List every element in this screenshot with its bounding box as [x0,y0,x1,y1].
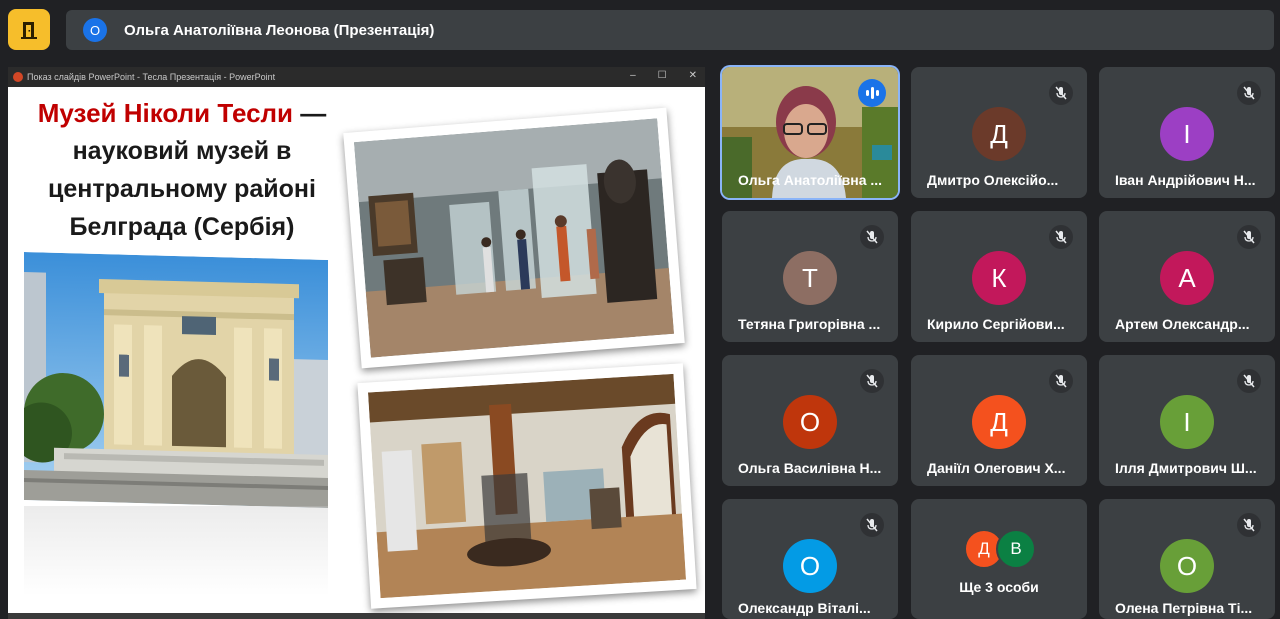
participant-tile[interactable]: Д Даніїл Олегович Х... [911,355,1087,486]
slide-title-line1: Музей Ніколи Тесли [37,98,294,128]
avatar: Д [972,107,1026,161]
participant-tile[interactable]: К Кирило Сергійови... [911,211,1087,342]
maximize-icon: ☐ [657,70,667,81]
slide-title-dash: — [293,98,327,128]
mic-off-icon [1049,225,1073,249]
participant-name: Ілля Дмитрович Ш... [1115,460,1257,476]
participant-name: Тетяна Григорівна ... [738,316,881,332]
mic-off-icon [1237,225,1261,249]
mic-off-icon [860,513,884,537]
participant-name: Ольга Василівна Н... [738,460,882,476]
presenter-avatar: О [83,18,107,42]
participant-name: Олександр Віталі... [738,600,871,616]
presentation-title: Ольга Анатоліївна Леонова (Презентація) [124,21,435,39]
participant-tile[interactable]: І Ілля Дмитрович Ш... [1099,355,1275,486]
powerpoint-titlebar: Показ слайдів PowerPoint - Тесла Презент… [8,67,705,87]
museum-interior-photo-2 [357,363,697,609]
avatar: І [1160,395,1214,449]
slide-title-line2: науковий музей в [72,137,292,165]
participant-tile[interactable]: Д Дмитро Олексійо... [911,67,1087,198]
participant-tile[interactable]: О Олена Петрівна Ті... [1099,499,1275,619]
photo-reflection [24,506,328,596]
speaking-indicator-icon [858,79,886,107]
close-icon: ✕ [688,70,697,81]
shared-screen: Показ слайдів PowerPoint - Тесла Презент… [8,67,705,619]
participant-name: Ольга Анатоліївна ... [738,172,883,188]
mic-off-icon [860,225,884,249]
more-participants-label: Ще 3 особи [959,579,1039,595]
mic-off-icon [1049,369,1073,393]
participant-name: Кирило Сергійови... [927,316,1065,332]
avatar: В [996,529,1036,569]
participant-tile[interactable]: О Олександр Віталі... [722,499,898,619]
avatar: К [972,251,1026,305]
avatar: Т [783,251,837,305]
mic-off-icon [1237,81,1261,105]
slide-title-line4: Белграда (Сербія) [69,213,295,241]
window-title: Показ слайдів PowerPoint - Тесла Презент… [27,72,276,82]
mic-off-icon [1049,81,1073,105]
participant-name: Даніїл Олегович Х... [927,460,1066,476]
more-participants-tile[interactable]: Д В Ще 3 особи [911,499,1087,619]
participant-tile[interactable]: Т Тетяна Григорівна ... [722,211,898,342]
participant-tile[interactable]: А Артем Олександр... [1099,211,1275,342]
participant-name: Олена Петрівна Ті... [1115,600,1253,616]
meet-add-on-button[interactable] [8,9,50,50]
mic-off-icon [860,369,884,393]
top-bar: О Ольга Анатоліївна Леонова (Презентація… [0,0,1280,60]
participant-tile-presenter[interactable]: Ольга Анатоліївна ... [722,67,898,198]
avatar: О [783,395,837,449]
avatar: І [1160,107,1214,161]
participant-name: Іван Андрійович Н... [1115,172,1256,188]
mic-off-icon [1237,513,1261,537]
slide-bottom-strip [8,613,705,619]
presentation-bar: О Ольга Анатоліївна Леонова (Презентація… [66,10,1274,50]
participant-name: Артем Олександр... [1115,316,1250,332]
slide-title: Музей Ніколи Тесли — науковий музей в це… [22,94,342,246]
participant-tile[interactable]: О Ольга Василівна Н... [722,355,898,486]
door-icon [21,21,37,39]
participant-tile[interactable]: І Іван Андрійович Н... [1099,67,1275,198]
slide: Музей Ніколи Тесли — науковий музей в це… [8,88,705,619]
mic-off-icon [1237,369,1261,393]
avatar: А [1160,251,1214,305]
powerpoint-icon [13,72,23,82]
participant-name: Дмитро Олексійо... [927,172,1059,188]
museum-building-photo [24,252,328,508]
avatar: О [783,539,837,593]
minimize-icon: – [630,70,636,81]
avatar: Д [972,395,1026,449]
museum-interior-photo-1 [343,107,685,369]
slide-title-line3: центральному районі [48,175,316,203]
avatar: О [1160,539,1214,593]
